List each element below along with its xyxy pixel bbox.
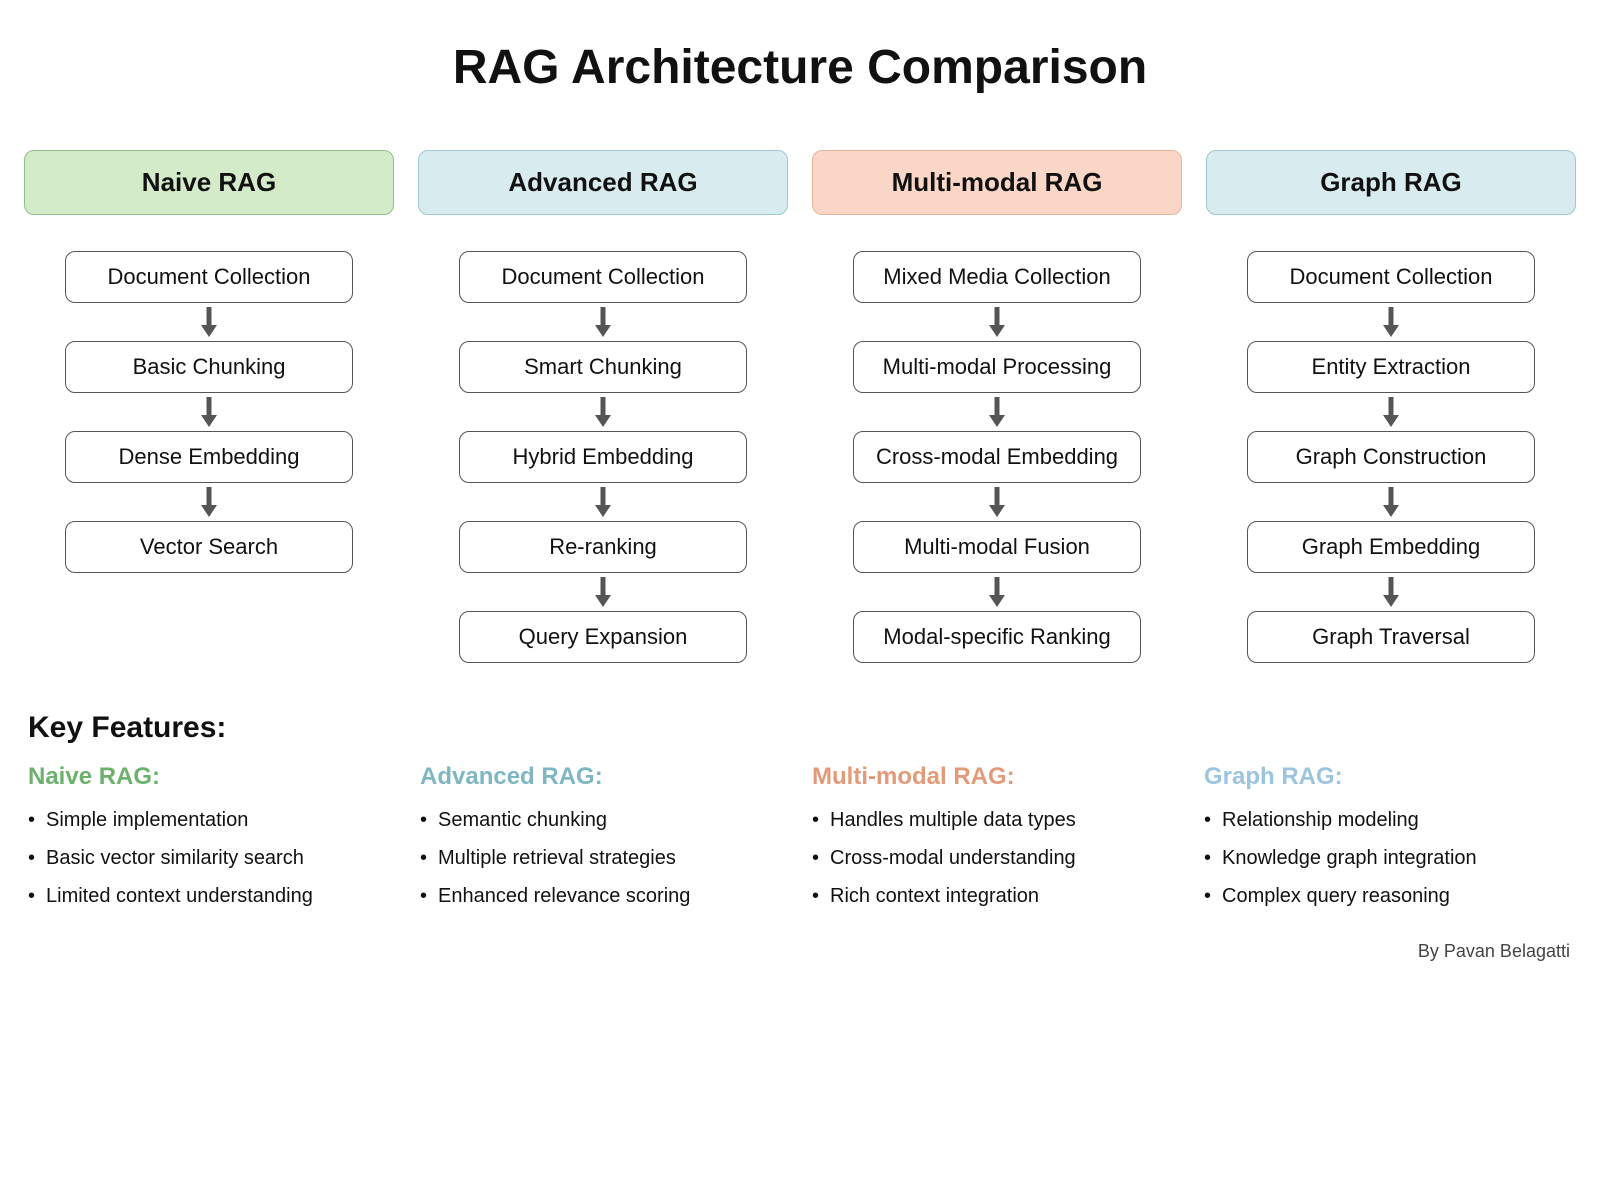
feature-item: Cross-modal understanding (812, 839, 1180, 877)
arrow-down-icon (198, 395, 220, 429)
feature-item: Rich context integration (812, 877, 1180, 915)
feature-title: Multi-modal RAG: (812, 763, 1180, 791)
feature-list: Semantic chunkingMultiple retrieval stra… (420, 801, 788, 915)
column-header: Multi-modal RAG (812, 150, 1182, 215)
arrow-down-icon (198, 485, 220, 519)
architecture-columns: Naive RAG Document Collection Basic Chunk… (24, 150, 1576, 663)
step-box: Query Expansion (459, 611, 748, 663)
step-box: Document Collection (65, 251, 354, 303)
arrow-connector (1380, 303, 1402, 341)
feature-column: Naive RAG: Simple implementationBasic vec… (28, 763, 396, 915)
feature-item: Handles multiple data types (812, 801, 1180, 839)
step-box: Graph Embedding (1247, 521, 1536, 573)
step-box: Hybrid Embedding (459, 431, 748, 483)
feature-item: Basic vector similarity search (28, 839, 396, 877)
steps-list: Document Collection Smart Chunking Hybri… (418, 251, 788, 663)
architecture-column: Naive RAG Document Collection Basic Chunk… (24, 150, 394, 663)
step-box: Document Collection (1247, 251, 1536, 303)
feature-title: Graph RAG: (1204, 763, 1572, 791)
arrow-connector (592, 573, 614, 611)
architecture-column: Multi-modal RAG Mixed Media Collection Mu… (812, 150, 1182, 663)
column-header: Naive RAG (24, 150, 394, 215)
architecture-column: Advanced RAG Document Collection Smart Ch… (418, 150, 788, 663)
step-box: Graph Traversal (1247, 611, 1536, 663)
step-box: Entity Extraction (1247, 341, 1536, 393)
architecture-column: Graph RAG Document Collection Entity Extr… (1206, 150, 1576, 663)
step-box: Modal-specific Ranking (853, 611, 1142, 663)
feature-list: Simple implementationBasic vector simila… (28, 801, 396, 915)
feature-item: Relationship modeling (1204, 801, 1572, 839)
arrow-down-icon (986, 305, 1008, 339)
feature-column: Graph RAG: Relationship modelingKnowledge… (1204, 763, 1572, 915)
step-box: Re-ranking (459, 521, 748, 573)
arrow-connector (1380, 483, 1402, 521)
feature-item: Semantic chunking (420, 801, 788, 839)
byline: By Pavan Belagatti (24, 941, 1576, 962)
feature-item: Multiple retrieval strategies (420, 839, 788, 877)
step-box: Basic Chunking (65, 341, 354, 393)
arrow-down-icon (592, 305, 614, 339)
arrow-down-icon (592, 575, 614, 609)
arrow-down-icon (986, 575, 1008, 609)
column-header: Advanced RAG (418, 150, 788, 215)
feature-list: Handles multiple data typesCross-modal u… (812, 801, 1180, 915)
arrow-down-icon (986, 395, 1008, 429)
arrow-connector (592, 393, 614, 431)
arrow-connector (986, 483, 1008, 521)
step-box: Document Collection (459, 251, 748, 303)
arrow-down-icon (198, 305, 220, 339)
step-box: Mixed Media Collection (853, 251, 1142, 303)
arrow-down-icon (592, 485, 614, 519)
arrow-connector (1380, 573, 1402, 611)
page-title: RAG Architecture Comparison (24, 40, 1576, 95)
feature-item: Enhanced relevance scoring (420, 877, 788, 915)
feature-list: Relationship modelingKnowledge graph int… (1204, 801, 1572, 915)
arrow-down-icon (592, 395, 614, 429)
feature-column: Multi-modal RAG: Handles multiple data ty… (812, 763, 1180, 915)
feature-item: Knowledge graph integration (1204, 839, 1572, 877)
arrow-connector (1380, 393, 1402, 431)
feature-column: Advanced RAG: Semantic chunkingMultiple r… (420, 763, 788, 915)
feature-title: Naive RAG: (28, 763, 396, 791)
arrow-down-icon (1380, 395, 1402, 429)
arrow-connector (986, 573, 1008, 611)
arrow-down-icon (986, 485, 1008, 519)
arrow-down-icon (1380, 485, 1402, 519)
step-box: Cross-modal Embedding (853, 431, 1142, 483)
step-box: Vector Search (65, 521, 354, 573)
step-box: Dense Embedding (65, 431, 354, 483)
features-heading: Key Features: (28, 711, 1576, 745)
step-box: Multi-modal Processing (853, 341, 1142, 393)
arrow-connector (198, 483, 220, 521)
steps-list: Document Collection Basic Chunking Dense… (24, 251, 394, 573)
arrow-down-icon (1380, 305, 1402, 339)
feature-item: Limited context understanding (28, 877, 396, 915)
feature-item: Simple implementation (28, 801, 396, 839)
step-box: Smart Chunking (459, 341, 748, 393)
features-grid: Naive RAG: Simple implementationBasic vec… (24, 763, 1576, 915)
step-box: Multi-modal Fusion (853, 521, 1142, 573)
arrow-connector (198, 303, 220, 341)
arrow-connector (592, 483, 614, 521)
arrow-connector (986, 303, 1008, 341)
feature-item: Complex query reasoning (1204, 877, 1572, 915)
arrow-connector (198, 393, 220, 431)
feature-title: Advanced RAG: (420, 763, 788, 791)
steps-list: Document Collection Entity Extraction Gr… (1206, 251, 1576, 663)
arrow-connector (592, 303, 614, 341)
step-box: Graph Construction (1247, 431, 1536, 483)
steps-list: Mixed Media Collection Multi-modal Proce… (812, 251, 1182, 663)
column-header: Graph RAG (1206, 150, 1576, 215)
arrow-connector (986, 393, 1008, 431)
arrow-down-icon (1380, 575, 1402, 609)
